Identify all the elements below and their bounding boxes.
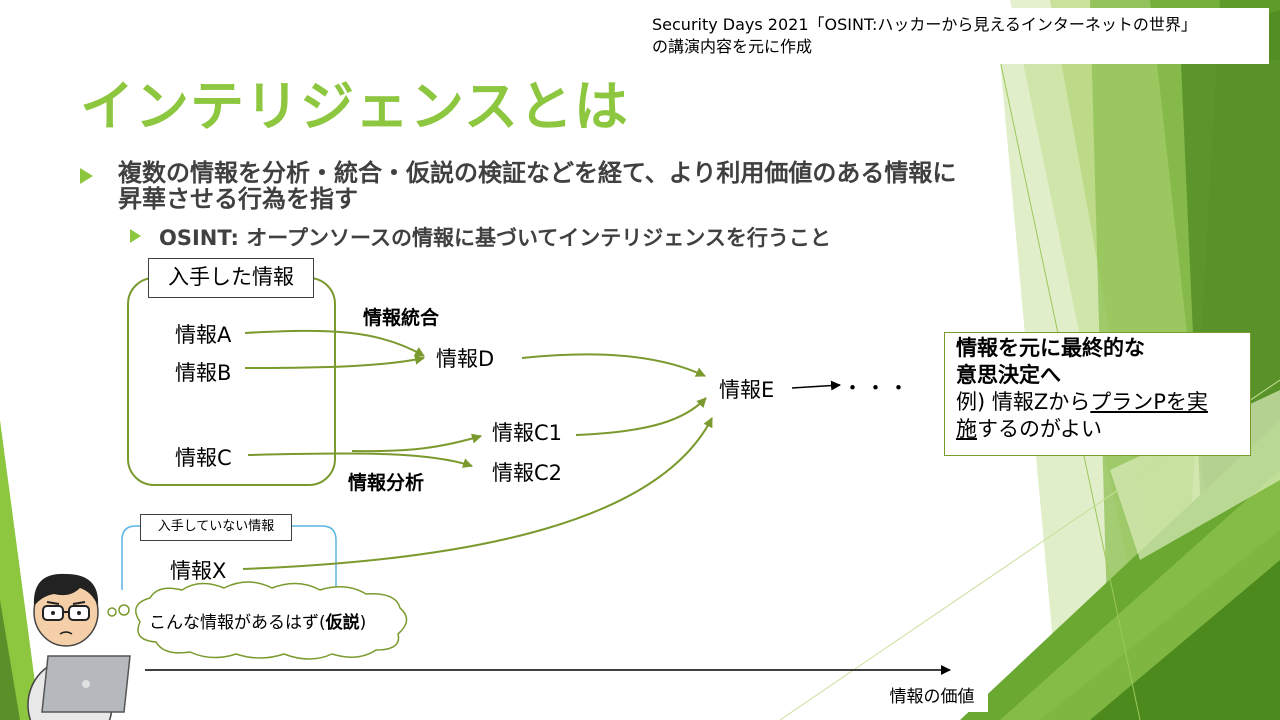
hypothesis-text: こんな情報があるはず(仮説)	[149, 608, 366, 633]
arrow-c1-to-e	[575, 397, 707, 436]
info-a: 情報A	[175, 323, 232, 347]
decision-note-box: 情報を元に最終的な 意思決定へ 例) 情報ZからプランPを実 施するのがよい	[944, 332, 1251, 456]
info-c2: 情報C2	[492, 461, 563, 485]
info-c1: 情報C1	[492, 421, 563, 445]
hacker-person-illustration	[27, 573, 131, 720]
hypothesis-open: (	[319, 613, 326, 633]
integration-label: 情報統合	[363, 307, 440, 329]
info-b: 情報B	[175, 361, 232, 385]
info-x: 情報X	[170, 559, 227, 583]
arrow-c-to-c2	[247, 452, 473, 468]
axis-label-text: 情報の価値	[889, 687, 975, 707]
hypothesis-close: )	[359, 613, 367, 633]
note-line3: 例) 情報ZからプランPを実	[956, 389, 1250, 416]
axis-label: 情報の価値	[876, 682, 988, 712]
info-d: 情報D	[436, 347, 495, 371]
note-example-underlined2: 施	[956, 417, 977, 441]
obtained-info-label: 入手した情報	[148, 258, 314, 298]
arrow-e-to-next	[791, 380, 841, 391]
hypothesis-prefix: こんな情報があるはず	[149, 613, 319, 633]
ellipsis: ・・・	[842, 376, 911, 400]
arrow-d-to-e	[521, 353, 706, 377]
note-example-underlined1: プランPを実	[1090, 390, 1208, 414]
thought-bubble-small	[107, 607, 117, 617]
not-obtained-info-label-text: 入手していない情報	[157, 519, 275, 534]
thought-bubble-medium	[118, 604, 130, 616]
note-line4: 施するのがよい	[956, 416, 1250, 443]
note-line1: 情報を元に最終的な	[956, 336, 1145, 360]
info-c: 情報C	[175, 446, 232, 470]
not-obtained-info-label: 入手していない情報	[140, 514, 292, 541]
note-line2: 意思決定へ	[956, 363, 1061, 387]
info-e: 情報E	[719, 378, 775, 402]
hypothesis-bold: 仮説	[325, 613, 360, 633]
arrow-c-to-c1	[351, 433, 482, 453]
analysis-label: 情報分析	[348, 472, 425, 494]
slide: Security Days 2021「OSINT:ハッカーから見えるインターネッ…	[0, 0, 1280, 720]
obtained-info-label-text: 入手した情報	[168, 265, 294, 289]
arrow-x-to-e	[242, 417, 713, 570]
note-example-suffix: するのがよい	[977, 417, 1102, 441]
note-example-prefix: 例) 情報Zから	[956, 390, 1091, 414]
